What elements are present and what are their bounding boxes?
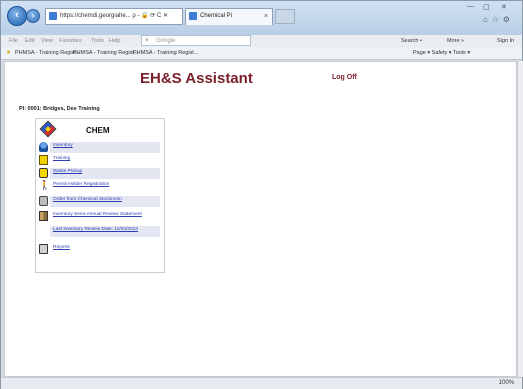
chem-menu-panel: CHEM Inventory Training Waste Pickup 🚶 P…	[35, 118, 165, 273]
page-content: EH&S Assistant Log Off PI: 0001: Bridges…	[4, 61, 517, 377]
favorite-link-2[interactable]: PHMSA - Training Regist...	[73, 47, 138, 60]
panel-header: CHEM	[36, 119, 164, 141]
back-arrow-icon[interactable]: ‹	[7, 6, 27, 26]
zoom-level[interactable]: 100%	[499, 380, 514, 386]
menu-row-stockroom[interactable]: Order from Chemical Stockroom	[36, 195, 164, 208]
menu-row-inventory[interactable]: Inventory	[36, 141, 164, 154]
chemical-bottle-icon	[39, 142, 48, 152]
browser-tab[interactable]: Chemical Pi ×	[185, 8, 273, 25]
browser-window: ‹ › https://chemdi.georgiahe... ρ - 🔒 ⟳ …	[0, 0, 523, 389]
tab-close-icon[interactable]: ×	[264, 9, 268, 24]
menu-file[interactable]: File	[9, 35, 18, 47]
menu-row-waste-pickup[interactable]: Waste Pickup	[36, 167, 164, 180]
menu-row-review-statement[interactable]: Inventory Semi-Annual Review Statement	[36, 210, 164, 223]
toolbar-more-button[interactable]: More »	[447, 35, 464, 47]
panel-title: CHEM	[86, 126, 110, 135]
review-statement-link[interactable]: Inventory Semi-Annual Review Statement	[53, 212, 142, 217]
stockroom-order-link[interactable]: Order from Chemical Stockroom	[53, 197, 122, 202]
vertical-scrollbar[interactable]	[517, 61, 523, 377]
status-bar: 100%	[1, 377, 522, 389]
menu-edit[interactable]: Edit	[25, 35, 34, 47]
stockroom-icon	[39, 196, 48, 206]
browser-titlebar: ‹ › https://chemdi.georgiahe... ρ - 🔒 ⟳ …	[1, 1, 522, 35]
menu-tools[interactable]: Tools	[91, 35, 104, 47]
reports-link[interactable]: Reports	[53, 245, 70, 250]
review-bins-icon	[39, 211, 48, 221]
menu-row-training[interactable]: Training	[36, 154, 164, 167]
forward-arrow-icon[interactable]: ›	[26, 9, 40, 23]
training-link[interactable]: Training	[53, 156, 70, 161]
toolbar-search-button[interactable]: Search •	[401, 35, 422, 47]
tab-favicon-icon	[189, 12, 197, 20]
google-toolbar-search[interactable]: × Google	[141, 35, 251, 46]
minimize-icon[interactable]: —	[467, 3, 474, 10]
menu-row-permit[interactable]: 🚶 Permit Holder Registration	[36, 180, 164, 193]
waste-pickup-link[interactable]: Waste Pickup	[53, 169, 82, 174]
address-text: https://chemdi.georgiahe... ρ - 🔒 ⟳ C ✕	[60, 13, 168, 19]
pi-identifier: PI: 0001: Bridges, Dee Training	[19, 106, 100, 112]
menu-view[interactable]: View	[41, 35, 53, 47]
page-safety-tools-menus[interactable]: Page ▾ Safety ▾ Tools ▾	[413, 47, 470, 60]
menu-bar: File Edit View Favorites Tools Help × Go…	[1, 35, 522, 47]
logoff-link[interactable]: Log Off	[332, 74, 357, 81]
close-toolbar-icon[interactable]: ×	[145, 36, 149, 46]
training-cabinet-icon	[39, 155, 48, 165]
address-bar[interactable]: https://chemdi.georgiahe... ρ - 🔒 ⟳ C ✕	[45, 8, 183, 25]
favorite-link-1[interactable]: PHMSA - Training Regist...	[15, 47, 80, 60]
favorite-link-3[interactable]: PHMSA - Training Regist...	[133, 47, 198, 60]
truck-icon	[39, 168, 48, 178]
site-favicon-icon	[49, 12, 57, 20]
person-icon: 🚶	[39, 180, 51, 190]
favorites-bar: ★ PHMSA - Training Regist... PHMSA - Tra…	[1, 47, 522, 60]
new-tab-button[interactable]	[275, 9, 295, 24]
menu-row-reports[interactable]: Reports	[36, 243, 164, 256]
menu-favorites[interactable]: Favorites	[59, 35, 82, 47]
chemical-hazard-diamond-icon	[39, 120, 57, 138]
toolbar-signin-button[interactable]: Sign In	[497, 35, 514, 47]
home-star-gear-icons[interactable]: ⌂☆⚙	[483, 15, 514, 24]
permit-registration-link[interactable]: Permit Holder Registration	[53, 182, 109, 187]
favorites-star-icon[interactable]: ★	[6, 47, 11, 60]
menu-help[interactable]: Help	[109, 35, 120, 47]
close-window-icon[interactable]: ✕	[501, 3, 507, 11]
review-date-link[interactable]: Last Inventory Review Date: 11/04/2013	[53, 227, 138, 232]
google-label: Google	[156, 38, 176, 44]
printer-icon	[39, 244, 48, 254]
menu-row-review-date[interactable]: Last Inventory Review Date: 11/04/2013	[36, 225, 164, 238]
maximize-icon[interactable]: ▢	[483, 3, 490, 11]
inventory-link[interactable]: Inventory	[53, 143, 73, 148]
tab-title: Chemical Pi	[200, 13, 233, 19]
app-title: EH&S Assistant	[140, 70, 253, 87]
